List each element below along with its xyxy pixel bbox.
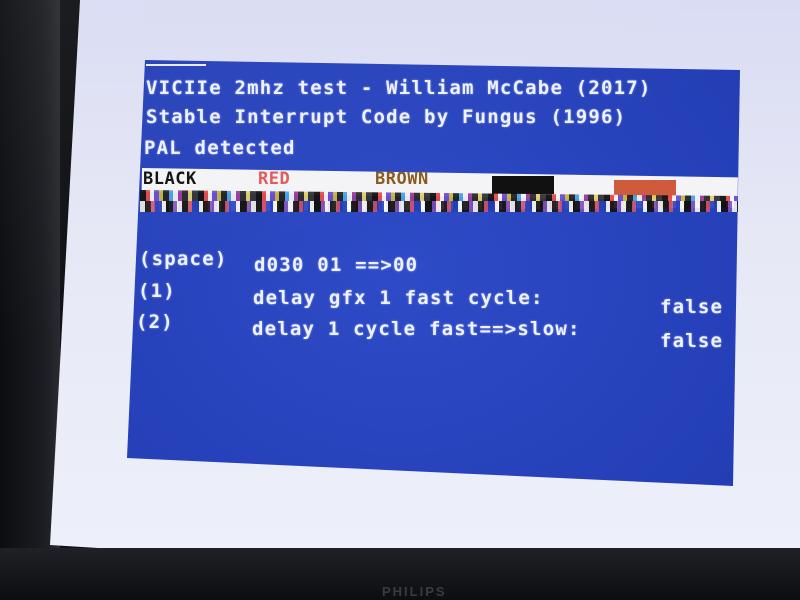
menu-key-2: (2): [136, 311, 174, 333]
pal-status-line: PAL detected: [144, 137, 296, 159]
raster-noise-strip-lower: [140, 201, 738, 212]
title-line: VICIIe 2mhz test - William McCabe (2017): [146, 77, 652, 99]
menu-key-space: (space): [139, 248, 228, 270]
screen-top-marker: [146, 64, 206, 66]
monitor-bezel-left: [0, 0, 60, 600]
menu-text-1: delay gfx 1 fast cycle:: [253, 287, 544, 309]
color-label-red: RED: [258, 169, 291, 189]
color-label-black: BLACK: [143, 169, 197, 189]
menu-value-2: false: [660, 330, 724, 352]
menu-value-1: false: [660, 296, 724, 318]
menu-text-space: d030 01 ==>00: [254, 254, 419, 276]
credit-line: Stable Interrupt Code by Fungus (1996): [146, 106, 627, 128]
menu-key-1: (1): [138, 280, 176, 302]
color-swatch-black: [492, 176, 554, 194]
monitor-brand-logo: PHILIPS: [382, 585, 447, 599]
color-label-brown: BROWN: [375, 169, 429, 189]
menu-text-2: delay 1 cycle fast==>slow:: [252, 318, 581, 340]
